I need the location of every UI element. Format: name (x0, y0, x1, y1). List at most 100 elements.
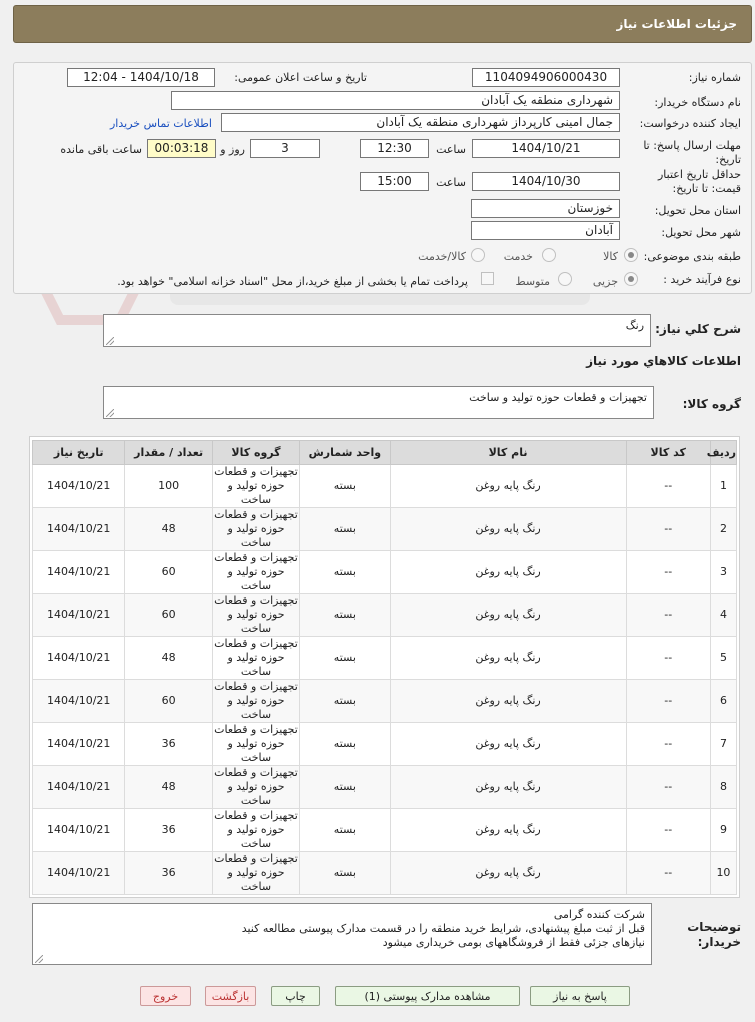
need-date-cell: 1404/10/21 (31, 851, 126, 895)
goods-group-text: تجهیزات و قطعات حوزه تولید و ساخت (469, 391, 647, 404)
resize-grip-icon[interactable] (106, 409, 114, 417)
item-code-cell: -- (625, 808, 711, 852)
group-cell: تجهیزات و قطعات حوزه تولید و ساخت (211, 636, 301, 680)
group-cell: تجهیزات و قطعات حوزه تولید و ساخت (211, 550, 301, 594)
page-title: جزئیات اطلاعات نیاز (616, 17, 737, 31)
need-number-field: 1104094906000430 (472, 68, 620, 87)
row-number-cell: 8 (709, 765, 738, 809)
table-row: 2 -- رنگ پایه روغن بسته تجهیزات و قطعات حوزه… (31, 507, 738, 551)
resize-grip-icon[interactable] (106, 337, 114, 345)
process-radio-minor[interactable] (624, 272, 638, 286)
treasury-payment-checkbox[interactable] (481, 272, 494, 285)
row-number-cell: 1 (709, 464, 738, 508)
need-date-cell: 1404/10/21 (31, 679, 126, 723)
buyer-org-label: نام دستگاه خریدار: (654, 96, 741, 109)
province-label: استان محل تحویل: (654, 204, 741, 217)
need-date-cell: 1404/10/21 (31, 808, 126, 852)
col-header-group: گروه کالا (211, 440, 301, 465)
group-cell: تجهیزات و قطعات حوزه تولید و ساخت (211, 593, 301, 637)
table-row: 3 -- رنگ پایه روغن بسته تجهیزات و قطعات حوزه… (31, 550, 738, 594)
page-title-bar: جزئیات اطلاعات نیاز (13, 5, 752, 43)
unit-cell: بسته (299, 636, 391, 680)
category-option-goods-service: کالا/خدمت (418, 250, 466, 263)
group-cell: تجهیزات و قطعات حوزه تولید و ساخت (211, 765, 301, 809)
unit-cell: بسته (299, 722, 391, 766)
city-field: آبادان (471, 221, 620, 240)
item-code-cell: -- (625, 765, 711, 809)
process-radio-medium[interactable] (558, 272, 572, 286)
item-name-cell: رنگ پایه روغن (389, 507, 627, 551)
need-date-cell: 1404/10/21 (31, 593, 126, 637)
item-code-cell: -- (625, 507, 711, 551)
buyer-notes-line: قبل از ثبت مبلغ پیشنهادی، شرایط خرید منط… (241, 922, 645, 935)
need-date-cell: 1404/10/21 (31, 765, 126, 809)
category-radio-service[interactable] (542, 248, 556, 262)
unit-cell: بسته (299, 808, 391, 852)
item-code-cell: -- (625, 550, 711, 594)
summary-text: رنگ (625, 319, 644, 332)
goods-info-heading: اطلاعات كالاهاي مورد نياز (586, 354, 741, 368)
view-attachments-button[interactable]: مشاهده مدارک پیوستی (1) (335, 986, 520, 1006)
goods-group-textarea[interactable]: تجهیزات و قطعات حوزه تولید و ساخت (103, 386, 654, 419)
remaining-time-label: ساعت باقی مانده (60, 143, 142, 156)
summary-textarea[interactable]: رنگ (103, 314, 651, 347)
category-radio-goods[interactable] (624, 248, 638, 262)
category-option-goods: کالا (603, 250, 618, 263)
buyer-notes-textarea[interactable]: شرکت کننده گرامی قبل از ثبت مبلغ پیشنهاد… (32, 903, 652, 965)
group-cell: تجهیزات و قطعات حوزه تولید و ساخت (211, 808, 301, 852)
category-option-service: خدمت (503, 250, 533, 263)
item-name-cell: رنگ پایه روغن (389, 722, 627, 766)
need-date-cell: 1404/10/21 (31, 507, 126, 551)
need-date-cell: 1404/10/21 (31, 722, 126, 766)
announce-datetime-label: تاریخ و ساعت اعلان عمومی: (234, 71, 367, 84)
item-code-cell: -- (625, 679, 711, 723)
row-number-cell: 6 (709, 679, 738, 723)
validity-date-field: 1404/10/30 (472, 172, 620, 191)
quantity-cell: 36 (124, 851, 213, 895)
deadline-label-date: تاریخ: (715, 153, 741, 166)
creator-field: جمال امینی کارپرداز شهرداری منطقه یک آبا… (221, 113, 620, 132)
row-number-cell: 3 (709, 550, 738, 594)
item-name-cell: رنگ پایه روغن (389, 636, 627, 680)
row-number-cell: 9 (709, 808, 738, 852)
print-button[interactable]: چاپ (271, 986, 320, 1006)
col-header-row-number: ردیف (707, 440, 738, 465)
items-table-body: 1 -- رنگ پایه روغن بسته تجهیزات و قطعات حوزه… (31, 464, 738, 895)
exit-button[interactable]: خروج (140, 986, 191, 1006)
province-field: خوزستان (471, 199, 620, 218)
item-name-cell: رنگ پایه روغن (389, 593, 627, 637)
reply-button[interactable]: پاسخ به نیاز (530, 986, 630, 1006)
process-option-minor: جزیی (592, 275, 618, 288)
quantity-cell: 48 (124, 765, 213, 809)
group-cell: تجهیزات و قطعات حوزه تولید و ساخت (211, 507, 301, 551)
group-cell: تجهیزات و قطعات حوزه تولید و ساخت (211, 851, 301, 895)
col-header-unit: واحد شمارش (299, 440, 391, 465)
item-name-cell: رنگ پایه روغن (389, 550, 627, 594)
summary-label: شرح كلي نياز: (655, 322, 741, 336)
group-cell: تجهیزات و قطعات حوزه تولید و ساخت (211, 679, 301, 723)
quantity-cell: 48 (124, 507, 213, 551)
item-name-cell: رنگ پایه روغن (389, 464, 627, 508)
row-number-cell: 5 (709, 636, 738, 680)
back-button[interactable]: بازگشت (205, 986, 256, 1006)
buyer-contact-link[interactable]: اطلاعات تماس خریدار (110, 117, 212, 130)
deadline-label: مهلت ارسال پاسخ: تا (643, 139, 741, 152)
item-code-cell: -- (625, 464, 711, 508)
deadline-date-field: 1404/10/21 (472, 139, 620, 158)
table-row: 6 -- رنگ پایه روغن بسته تجهیزات و قطعات حوزه… (31, 679, 738, 723)
quantity-cell: 60 (124, 593, 213, 637)
resize-grip-icon[interactable] (35, 955, 43, 963)
validity-time-field: 15:00 (360, 172, 429, 191)
item-name-cell: رنگ پایه روغن (389, 851, 627, 895)
item-name-cell: رنگ پایه روغن (389, 808, 627, 852)
category-radio-goods-service[interactable] (471, 248, 485, 262)
unit-cell: بسته (299, 464, 391, 508)
col-header-quantity: تعداد / مقدار (124, 440, 213, 465)
remaining-time-field: 00:03:18 (147, 139, 216, 158)
item-name-cell: رنگ پایه روغن (389, 679, 627, 723)
deadline-time-field: 12:30 (360, 139, 429, 158)
row-number-cell: 4 (709, 593, 738, 637)
quantity-cell: 60 (124, 550, 213, 594)
group-cell: تجهیزات و قطعات حوزه تولید و ساخت (211, 722, 301, 766)
need-date-cell: 1404/10/21 (31, 636, 126, 680)
